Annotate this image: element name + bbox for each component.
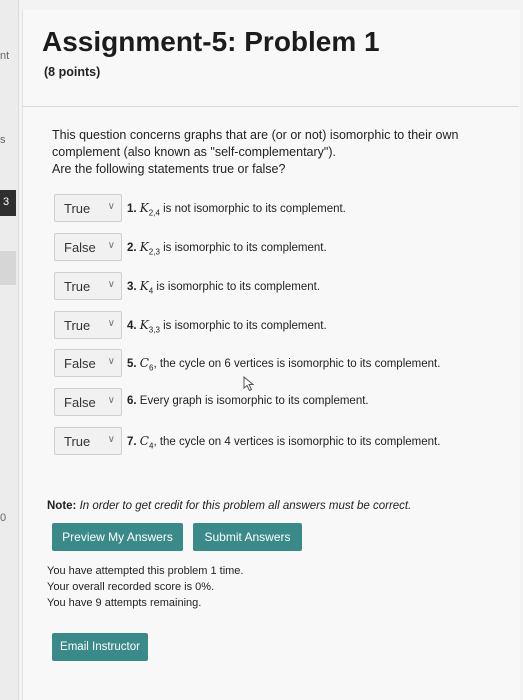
graph-symbol: K [139,240,149,254]
answer-select[interactable]: False ∨ [54,349,122,377]
question-statement: 3. K4 is isomorphic to its complement. [127,279,320,295]
answer-select[interactable]: True ∨ [54,194,122,222]
status-line: You have 9 attempts remaining. [47,597,202,609]
rail-text-fragment: 3 [3,196,10,208]
chevron-down-icon: ∨ [107,356,115,367]
question-text: , the cycle on 4 vertices is isomorphic … [153,436,441,448]
question-number: 3. [127,281,137,293]
question-number: 7. [127,436,137,448]
intro-line: complement (also known as "self-compleme… [52,145,336,159]
page-title: Assignment-5: Problem 1 [42,26,380,57]
question-statement: 1. K2,4 is not isomorphic to its complem… [127,201,346,217]
question-number: 2. [127,242,137,254]
question-statement: 6. Every graph is isomorphic to its comp… [127,395,369,407]
answer-select[interactable]: False ∨ [54,388,122,416]
intro-line: Are the following statements true or fal… [52,162,286,176]
question-statement: 2. K2,3 is isomorphic to its complement. [127,240,327,256]
question-statement: 7. C4, the cycle on 4 vertices is isomor… [127,434,440,450]
note-text: In order to get credit for this problem … [79,500,412,512]
graph-symbol: C [139,434,149,448]
note-label: Note: [47,500,77,512]
left-rail: nt s 3 0 [0,0,19,700]
answer-select-value: True [64,434,91,449]
chevron-down-icon: ∨ [107,395,115,406]
question-text: is not isomorphic to its complement. [159,203,346,215]
question-statement: 4. K3,3 is isomorphic to its complement. [127,318,327,334]
rail-text-fragment: s [0,134,6,146]
rail-text-fragment: 0 [0,512,7,524]
question-intro: This question concerns graphs that are (… [52,127,492,178]
graph-subscript: 3,3 [148,325,160,335]
question-number: 4. [127,320,137,332]
answer-select-value: False [64,356,96,371]
graph-symbol: K [139,318,149,332]
question-statement: 5. C6, the cycle on 6 vertices is isomor… [127,356,440,372]
question-text: is isomorphic to its complement. [159,320,327,332]
question-number: 1. [127,203,137,215]
chevron-down-icon: ∨ [107,240,115,251]
graph-symbol: C [139,356,149,370]
answer-select[interactable]: False ∨ [54,233,122,261]
answer-select[interactable]: True ∨ [54,427,122,455]
answer-select-value: True [64,318,91,333]
question-text: is isomorphic to its complement. [153,281,321,293]
graph-subscript: 2,4 [148,208,160,218]
graph-subscript: 2,3 [148,247,160,257]
preview-answers-button[interactable]: Preview My Answers [52,523,183,551]
answer-select-value: True [64,279,91,294]
rail-text-fragment: nt [0,50,10,62]
credit-note: Note: In order to get credit for this pr… [47,500,411,512]
attempt-status: You have attempted this problem 1 time. … [47,563,244,611]
status-line: Your overall recorded score is 0%. [47,581,215,593]
intro-line: This question concerns graphs that are (… [52,128,459,142]
question-text: Every graph is isomorphic to its complem… [139,395,369,407]
answer-select[interactable]: True ∨ [54,272,122,300]
answer-select-value: False [64,395,96,410]
graph-symbol: K [139,201,149,215]
chevron-down-icon: ∨ [107,279,115,290]
status-line: You have attempted this problem 1 time. [47,565,244,577]
chevron-down-icon: ∨ [107,318,115,329]
mouse-cursor-icon [243,376,255,392]
question-text: , the cycle on 6 vertices is isomorphic … [153,358,441,370]
rail-nav-block[interactable] [0,251,16,285]
submit-answers-button[interactable]: Submit Answers [193,523,302,551]
question-number: 5. [127,358,137,370]
answer-select-value: True [64,201,91,216]
header-divider [22,106,519,107]
question-number: 6. [127,395,137,407]
points-label: (8 points) [44,65,101,79]
question-text: is isomorphic to its complement. [159,242,327,254]
graph-symbol: K [139,279,149,293]
email-instructor-button[interactable]: Email Instructor [52,633,148,661]
answer-select-value: False [64,240,96,255]
chevron-down-icon: ∨ [107,201,115,212]
answer-select[interactable]: True ∨ [54,311,122,339]
rail-nav-block[interactable]: 3 [0,190,16,216]
chevron-down-icon: ∨ [107,434,115,445]
